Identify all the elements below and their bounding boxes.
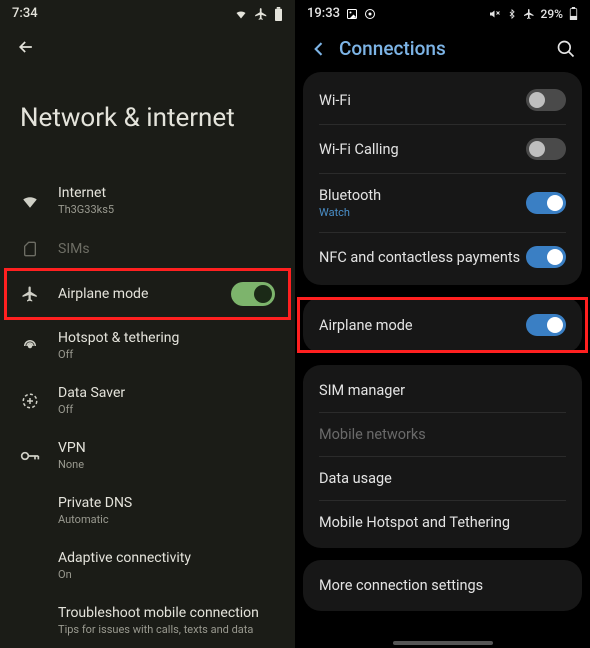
app-status-icon [364,8,376,20]
search-button[interactable] [556,39,576,59]
image-status-icon [346,8,358,20]
row-label: Data usage [319,470,566,487]
settings-row-bluetooth[interactable]: Bluetooth Watch [303,174,582,232]
row-toggle[interactable] [526,89,566,111]
row-sublabel: On [58,568,275,581]
airplane-group: Airplane mode [303,297,582,353]
row-label: Adaptive connectivity [58,550,275,566]
settings-row-vpn[interactable]: VPN None [0,428,295,483]
wifi-status-icon [234,8,248,20]
row-label: Troubleshoot mobile connection [58,605,275,621]
wifi-icon [20,192,40,210]
status-icons [234,7,283,21]
row-label: Mobile networks [319,426,566,443]
page-title-wrap: Network & internet [0,63,295,173]
settings-row-mobile-hotspot-and-tethering[interactable]: Mobile Hotspot and Tethering [303,501,582,544]
row-toggle[interactable] [526,192,566,214]
status-time: 19:33 [307,6,340,21]
datasaver-icon [20,392,40,410]
row-sublabel: Automatic [58,513,275,526]
row-label: Hotspot & tethering [58,330,275,346]
row-label: NFC and contactless payments [319,249,526,266]
search-icon [556,39,576,59]
row-sublabel: Th3G33ks5 [58,203,275,216]
row-label: VPN [58,440,275,456]
settings-row-troubleshoot-mobile-connection[interactable]: Troubleshoot mobile connection Tips for i… [0,593,295,648]
page-title: Network & internet [20,103,275,133]
left-phone: 7:34 Network & internet Internet Th3G33ks… [0,0,295,648]
back-button[interactable] [309,39,329,59]
row-label: Mobile Hotspot and Tethering [319,514,566,531]
row-sublabel: Tips for issues with calls, texts and da… [58,623,275,636]
status-time: 7:34 [12,6,38,21]
settings-row-data-usage[interactable]: Data usage [303,457,582,500]
more-group: More connection settings [303,560,582,611]
battery-percent: 29% [541,7,563,21]
header: Connections [295,27,590,72]
right-phone: 19:33 29% Connections Wi-Fi Wi-Fi Calling… [295,0,590,648]
row-sublabel: Off [58,403,275,416]
more-settings-label: More connection settings [319,577,566,594]
settings-row-private-dns[interactable]: Private DNS Automatic [0,483,295,538]
airplane-mode-toggle[interactable] [526,314,566,336]
settings-list: Internet Th3G33ks5 SIMs Airplane mode Hotspo… [0,173,295,648]
row-label: Wi-Fi Calling [319,141,526,158]
airplane-mode-row[interactable]: Airplane mode [303,301,582,349]
battery-status-icon [569,7,578,20]
sim-icon [20,240,40,258]
settings-row-sim-manager[interactable]: SIM manager [303,369,582,412]
airplane-mode-label: Airplane mode [319,317,526,334]
connections-group-2: SIM manager Mobile networks Data usage Mobi… [303,365,582,548]
gesture-handle[interactable] [393,641,493,645]
row-label: Data Saver [58,385,275,401]
status-bar: 19:33 29% [295,0,590,27]
row-label: Internet [58,185,275,201]
back-button[interactable] [0,27,295,63]
settings-row-wi-fi[interactable]: Wi-Fi [303,76,582,124]
chevron-left-icon [309,39,329,59]
row-toggle[interactable] [526,138,566,160]
row-sublabel: None [58,458,275,471]
settings-row-airplane-mode[interactable]: Airplane mode [0,270,295,318]
battery-status-icon [274,7,283,21]
row-sublabel: Watch [319,206,526,219]
row-label: SIMs [58,241,275,257]
row-toggle[interactable] [526,246,566,268]
row-label: Private DNS [58,495,275,511]
settings-row-nfc-and-contactless-payments[interactable]: NFC and contactless payments [303,233,582,281]
airplane-status-icon [254,7,268,21]
row-toggle[interactable] [231,282,275,306]
mute-status-icon [489,8,501,20]
row-label: Bluetooth [319,187,526,204]
settings-row-hotspot-tethering[interactable]: Hotspot & tethering Off [0,318,295,373]
settings-row-wi-fi-calling[interactable]: Wi-Fi Calling [303,125,582,173]
more-settings-row[interactable]: More connection settings [303,564,582,607]
settings-row-mobile-networks[interactable]: Mobile networks [303,413,582,456]
row-label: Wi-Fi [319,92,526,109]
airplane-icon [20,285,40,303]
row-sublabel: Off [58,348,275,361]
page-title: Connections [339,37,546,60]
settings-row-internet[interactable]: Internet Th3G33ks5 [0,173,295,228]
bt-status-icon [507,8,517,20]
hotspot-icon [20,337,40,355]
vpn-icon [20,449,40,463]
connections-group-1: Wi-Fi Wi-Fi Calling Bluetooth Watch NFC and … [303,72,582,285]
settings-row-data-saver[interactable]: Data Saver Off [0,373,295,428]
settings-row-adaptive-connectivity[interactable]: Adaptive connectivity On [0,538,295,593]
row-label: SIM manager [319,382,566,399]
airplane-status-icon [523,8,535,20]
status-left: 19:33 [307,6,376,21]
settings-row-sims[interactable]: SIMs [0,228,295,270]
status-bar: 7:34 [0,0,295,27]
status-right: 29% [489,7,578,21]
row-label: Airplane mode [58,286,213,302]
back-arrow-icon [16,37,36,57]
